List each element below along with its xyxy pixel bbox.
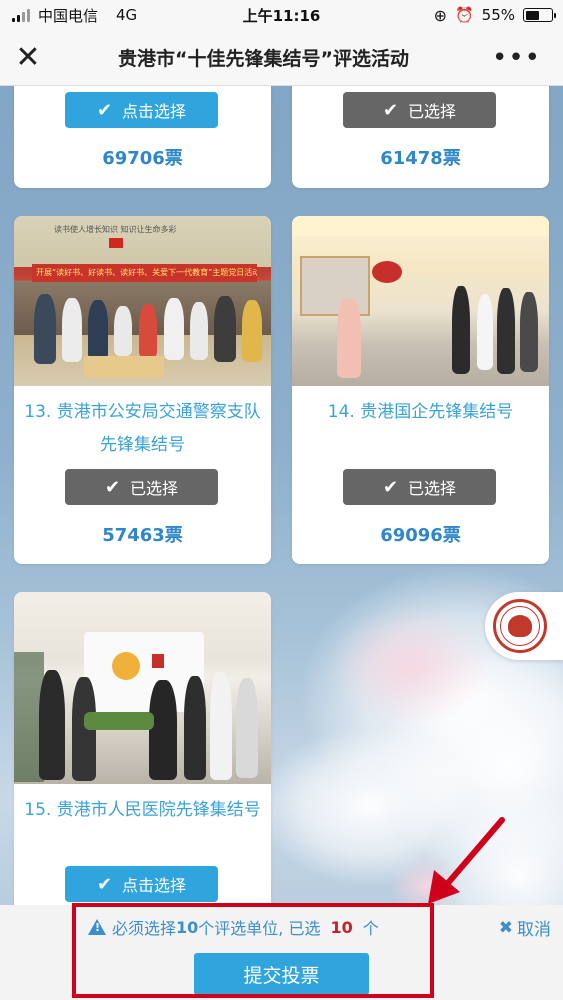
photo-wall-text: 读书使人增长知识 知识让生命多彩 — [54, 225, 177, 234]
candidate-photo[interactable] — [292, 216, 549, 386]
signal-icon — [12, 8, 30, 22]
nav-bar: ✕ 贵港市“十佳先锋集结号”评选活动 ••• — [0, 30, 563, 86]
vote-count: 61478票 — [380, 148, 461, 169]
rotation-lock-icon: ⊕ — [433, 5, 447, 25]
annotation-highlight-box — [72, 903, 434, 998]
candidate-name[interactable]: 14. 贵港国企先锋集结号 — [302, 396, 539, 429]
annotation-arrow-icon — [428, 817, 505, 904]
page-title: 贵港市“十佳先锋集结号”评选活动 — [118, 48, 409, 70]
check-icon: ✔ — [382, 99, 399, 121]
status-time: 上午11:16 — [242, 6, 321, 25]
candidate-card-14: 14. 贵港国企先锋集结号 ✔ 已选择 69096票 — [292, 216, 549, 564]
check-icon: ✔ — [96, 99, 113, 121]
battery-icon — [523, 8, 556, 22]
network-type: 4G — [116, 6, 138, 24]
vote-count: 69096票 — [380, 525, 461, 546]
candidate-photo[interactable]: 读书使人增长知识 知识让生命多彩 开展“读好书、好读书、读好书、关爱下一代教育”… — [14, 216, 271, 386]
battery-percent: 55% — [481, 6, 515, 24]
check-icon: ✔ — [104, 476, 121, 498]
cancel-button[interactable]: ✖ 取消 — [498, 915, 551, 941]
selected-button[interactable]: ✔ 已选择 — [343, 469, 496, 505]
candidate-photo[interactable] — [14, 592, 271, 784]
check-icon: ✔ — [382, 476, 399, 498]
more-options-icon[interactable]: ••• — [492, 43, 541, 73]
seal-icon — [493, 599, 547, 653]
check-icon: ✔ — [96, 873, 113, 895]
candidate-card-15: 15. 贵港市人民医院先锋集结号 ✔ 点击选择 — [14, 592, 271, 932]
select-button[interactable]: ✔ 点击选择 — [65, 92, 218, 128]
carrier-label: 中国电信 — [38, 6, 99, 25]
candidate-card-13: 读书使人增长知识 知识让生命多彩 开展“读好书、好读书、读好书、关爱下一代教育”… — [14, 216, 271, 564]
photo-banner: 开展“读好书、好读书、读好书、关爱下一代教育”主题党日活动 — [32, 264, 257, 282]
vote-count: 57463票 — [102, 525, 183, 546]
alarm-icon: ⏰ — [454, 6, 474, 24]
organization-logo-button[interactable] — [485, 592, 563, 660]
candidate-name[interactable]: 13. 贵港市公安局交通警察支队先锋集结号 — [24, 396, 261, 462]
select-button[interactable]: ✔ 点击选择 — [65, 866, 218, 902]
candidate-name[interactable]: 15. 贵港市人民医院先锋集结号 — [24, 794, 261, 827]
close-icon[interactable]: ✕ — [0, 30, 56, 86]
selected-button[interactable]: ✔ 已选择 — [343, 92, 496, 128]
vote-count: 69706票 — [102, 148, 183, 169]
close-icon: ✖ — [498, 917, 513, 938]
status-bar: 中国电信 4G 上午11:16 ⊕ ⏰ 55% — [0, 0, 563, 30]
selected-button[interactable]: ✔ 已选择 — [65, 469, 218, 505]
flag-icon — [109, 238, 123, 248]
